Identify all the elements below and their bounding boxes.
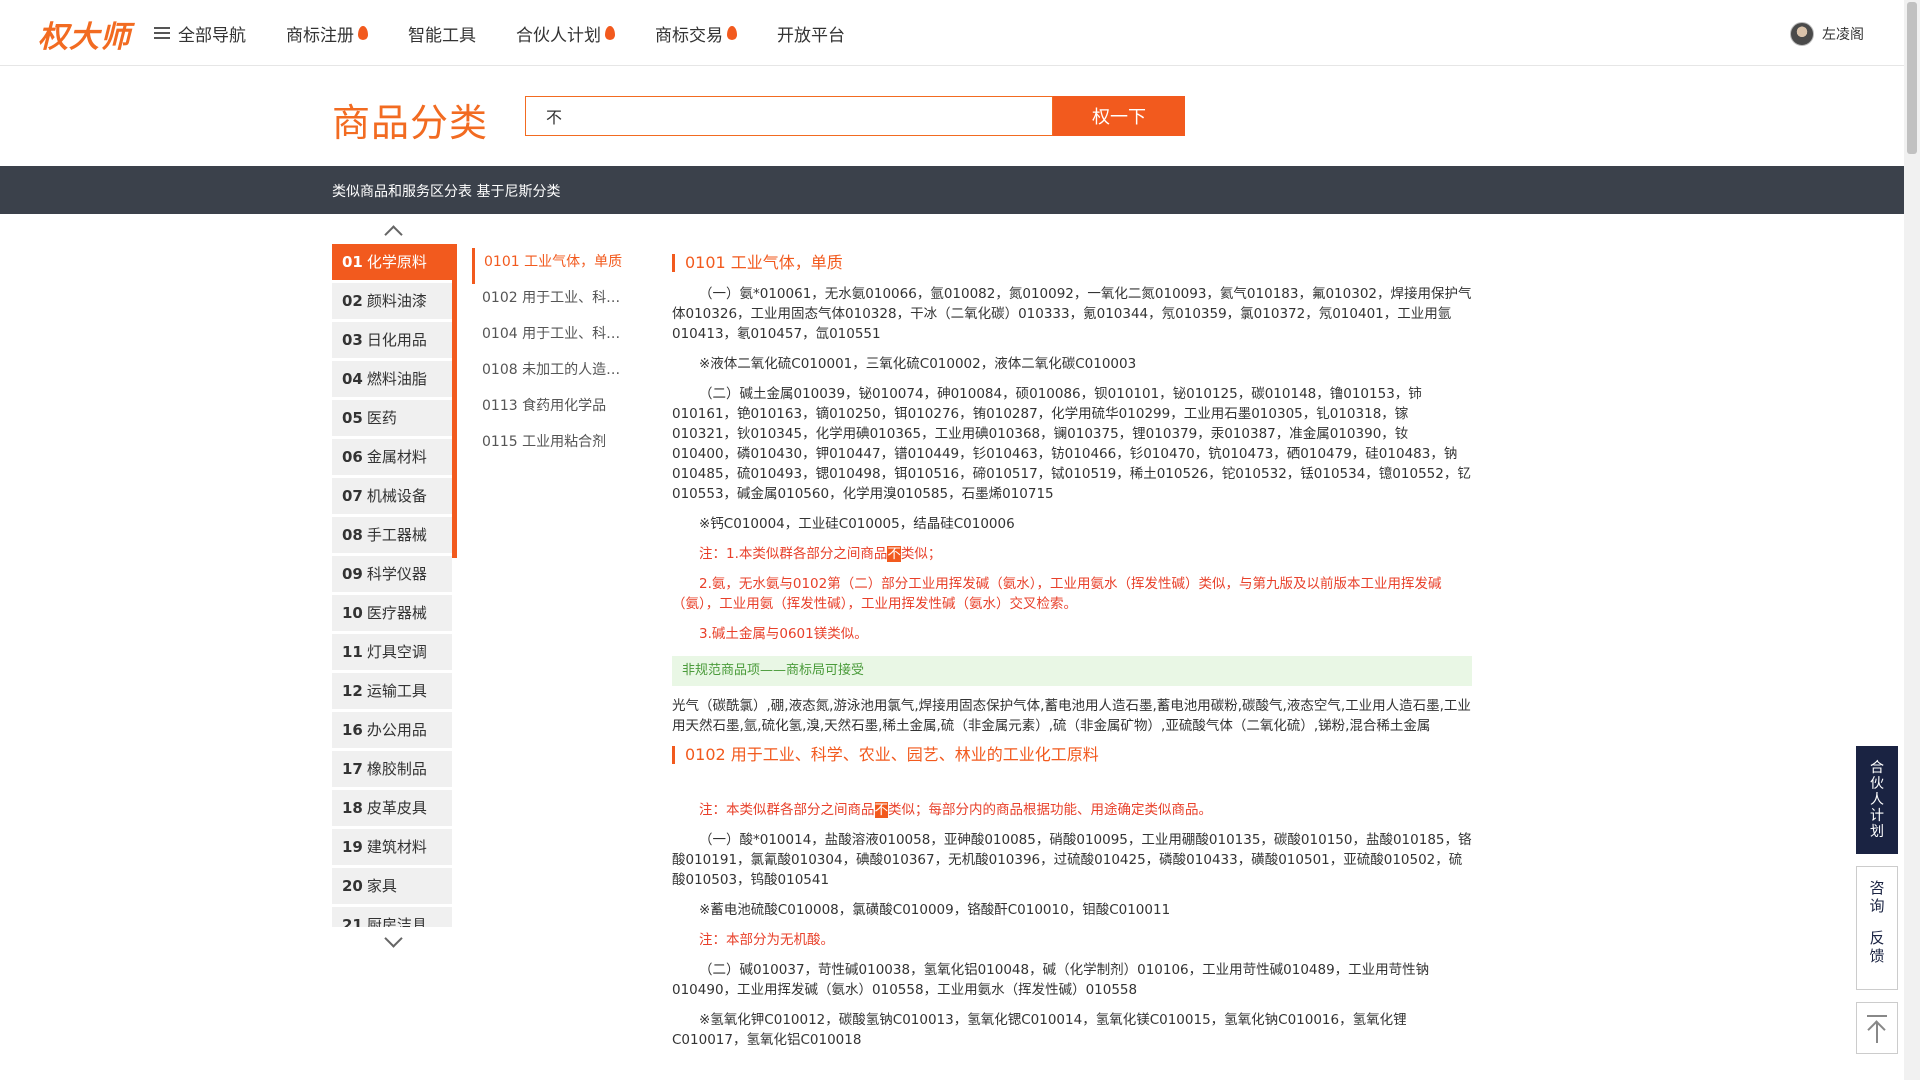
section-text: （一）酸*010014，盐酸溶液010058，亚砷酸010085，硝酸01009…: [672, 832, 1472, 888]
group-item-0101[interactable]: 0101 工业气体，单质: [472, 248, 632, 284]
group-item-0104[interactable]: 0104 用于工业、科学的化学制剂: [472, 320, 632, 356]
banner-text: 类似商品和服务区分表 基于尼斯分类: [332, 184, 561, 200]
class-item-08[interactable]: 08 手工器械: [332, 517, 452, 553]
nav-trademark-register[interactable]: 商标注册: [286, 21, 368, 46]
partner-plan-tab[interactable]: 合伙人计划: [1856, 746, 1898, 854]
search-highlight: 不: [874, 802, 888, 818]
class-list: 01 化学原料 02 颜料油漆 03 日化用品 04 燃料油脂 05 医药 06 金属材料 …: [332, 244, 452, 927]
logo[interactable]: 权大师: [38, 12, 131, 56]
class-item-01[interactable]: 01 化学原料: [332, 244, 452, 280]
class-list-scrollbar[interactable]: [452, 244, 457, 558]
note-text: 3.碱土金属与0601镁类似。: [699, 626, 868, 642]
user-menu[interactable]: 左凌阁: [1790, 22, 1864, 46]
nav-all-label: 全部导航: [178, 25, 246, 46]
section-text: ※液体二氧化硫C010001，三氧化硫C010002，液体二氧化碳C010003: [699, 356, 1137, 372]
class-item-06[interactable]: 06 金属材料: [332, 439, 452, 475]
nav-items: 全部导航 商标注册 智能工具 合伙人计划 商标交易 开放平台: [154, 0, 885, 66]
note-text: 注：本类似群各部分之间商品不类似；每部分内的商品根据功能、用途确定类似商品。: [699, 802, 1212, 818]
search-button[interactable]: 权一下: [1053, 96, 1185, 136]
nav-trademark-register-label: 商标注册: [286, 25, 354, 46]
flame-icon: [605, 26, 615, 40]
class-item-05[interactable]: 05 医药: [332, 400, 452, 436]
feedback-label[interactable]: 反馈: [1869, 929, 1885, 965]
nav-open-platform-label: 开放平台: [777, 25, 845, 46]
note-text: 2.氨，无水氨与0102第（二）部分工业用挥发碱（氨水），工业用氨水（挥发性碱）…: [672, 576, 1442, 612]
banner: 类似商品和服务区分表 基于尼斯分类: [0, 166, 1904, 214]
scroll-up-icon[interactable]: [385, 222, 401, 238]
class-item-21[interactable]: 21 厨房洁具: [332, 907, 452, 927]
section-title-0101: 0101 工业气体，单质: [672, 254, 1472, 272]
class-item-07[interactable]: 07 机械设备: [332, 478, 452, 514]
class-item-12[interactable]: 12 运输工具: [332, 673, 452, 709]
section-text: 光气（碳酰氯）,硼,液态氮,游泳池用氯气,焊接用固态保护气体,蓄电池用人造石墨,…: [672, 698, 1471, 734]
user-name: 左凌阁: [1822, 27, 1864, 43]
search-highlight: 不: [887, 546, 901, 562]
class-item-18[interactable]: 18 皮革皮具: [332, 790, 452, 826]
class-item-11[interactable]: 11 灯具空调: [332, 634, 452, 670]
group-list: 0101 工业气体，单质 0102 用于工业、科学、农业、园艺、林业的工业化工原…: [472, 248, 632, 464]
nav-partner-plan-label: 合伙人计划: [516, 25, 601, 46]
page-scrollbar[interactable]: [1904, 0, 1920, 1080]
top-nav: 权大师 全部导航 商标注册 智能工具 合伙人计划 商标交易 开放平台 左凌阁: [0, 0, 1904, 66]
group-item-0113[interactable]: 0113 食药用化学品: [472, 392, 632, 428]
group-item-0115[interactable]: 0115 工业用粘合剂: [472, 428, 632, 464]
section-text: ※蓄电池硫酸C010008，氯磺酸C010009，铬酸酐C010010，钼酸C0…: [699, 902, 1171, 918]
class-item-09[interactable]: 09 科学仪器: [332, 556, 452, 592]
menu-icon: [154, 26, 170, 40]
section-text: ※氢氧化钾C010012，碳酸氢钠C010013，氢氧化锶C010014，氢氧化…: [672, 1012, 1407, 1048]
page-scrollbar-thumb[interactable]: [1907, 2, 1917, 154]
section-text: （二）碱010037，苛性碱010038，氢氧化铝010048，碱（化学制剂）0…: [672, 962, 1430, 998]
flame-icon: [358, 26, 368, 40]
back-to-top-icon: [1867, 1015, 1887, 1017]
partner-plan-label: 合伙人计划: [1870, 760, 1884, 840]
page-title: 商品分类: [332, 101, 489, 145]
avatar: [1790, 22, 1814, 46]
nonstandard-items-bar: 非规范商品项——商标局可接受: [672, 656, 1472, 686]
section-text: （二）碱土金属010039，铋010074，砷010084，硕010086，钡0…: [672, 386, 1471, 502]
class-item-03[interactable]: 03 日化用品: [332, 322, 452, 358]
note-text: 注：本部分为无机酸。: [699, 932, 834, 948]
nav-all[interactable]: 全部导航: [154, 21, 246, 46]
consult-feedback-tab[interactable]: 咨询 反馈: [1856, 866, 1898, 990]
class-item-02[interactable]: 02 颜料油漆: [332, 283, 452, 319]
nav-partner-plan[interactable]: 合伙人计划: [516, 21, 615, 46]
class-item-17[interactable]: 17 橡胶制品: [332, 751, 452, 787]
back-to-top-button[interactable]: [1856, 1002, 1898, 1054]
class-item-04[interactable]: 04 燃料油脂: [332, 361, 452, 397]
nav-smart-tools-label: 智能工具: [408, 25, 476, 46]
section-title-0102: 0102 用于工业、科学、农业、园艺、林业的工业化工原料: [672, 746, 1472, 764]
section-text: （一）氨*010061，无水氨010066，氩010082，氮010092，一氧…: [672, 286, 1472, 342]
nav-trademark-trade[interactable]: 商标交易: [655, 21, 737, 46]
nav-smart-tools[interactable]: 智能工具: [408, 21, 476, 46]
scroll-down-icon[interactable]: [385, 932, 401, 948]
nav-open-platform[interactable]: 开放平台: [777, 21, 845, 46]
section-text: ※钙C010004，工业硅C010005，结晶硅C010006: [699, 516, 1015, 532]
class-item-16[interactable]: 16 办公用品: [332, 712, 452, 748]
search-input[interactable]: [525, 96, 1053, 136]
content-panel: 0101 工业气体，单质 （一）氨*010061，无水氨010066，氩0100…: [672, 254, 1472, 1080]
consult-label[interactable]: 咨询: [1869, 879, 1885, 915]
nav-trademark-trade-label: 商标交易: [655, 25, 723, 46]
class-item-20[interactable]: 20 家具: [332, 868, 452, 904]
group-item-0108[interactable]: 0108 未加工的人造合成树脂: [472, 356, 632, 392]
class-item-19[interactable]: 19 建筑材料: [332, 829, 452, 865]
class-item-10[interactable]: 10 医疗器械: [332, 595, 452, 631]
group-item-0102[interactable]: 0102 用于工业、科学、农业、园艺、林业的工业化工原料: [472, 284, 632, 320]
note-text: 注：1.本类似群各部分之间商品不类似；: [699, 546, 942, 562]
flame-icon: [727, 26, 737, 40]
